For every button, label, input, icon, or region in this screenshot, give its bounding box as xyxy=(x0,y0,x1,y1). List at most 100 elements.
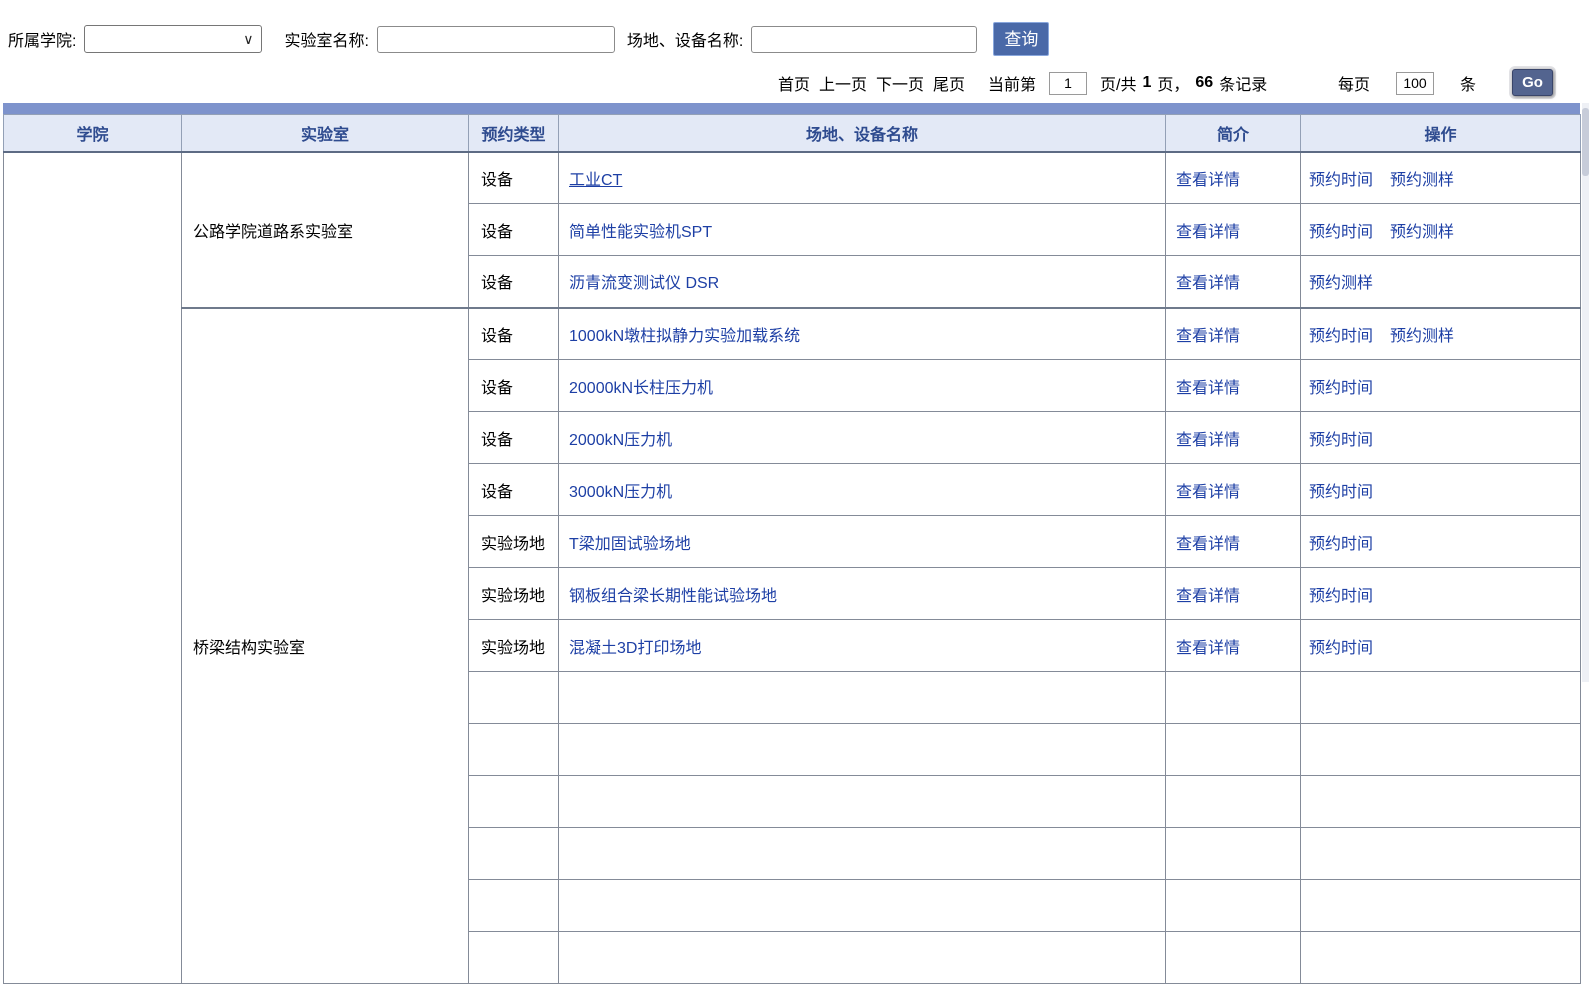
view-detail-link[interactable]: 查看详情 xyxy=(1176,380,1240,397)
detail-cell: 查看详情 xyxy=(1166,308,1301,360)
detail-cell: 查看详情 xyxy=(1166,152,1301,204)
reservation-type-cell: 设备 xyxy=(469,204,559,256)
pagination-nav: 首页 上一页 下一页 尾页 xyxy=(778,68,965,98)
action-link[interactable]: 预约时间 xyxy=(1309,172,1373,189)
pagination-last-link[interactable]: 尾页 xyxy=(933,71,965,95)
equipment-name-cell xyxy=(559,724,1166,776)
detail-cell xyxy=(1166,724,1301,776)
view-detail-link[interactable]: 查看详情 xyxy=(1176,640,1240,657)
action-link[interactable]: 预约时间 xyxy=(1309,484,1373,501)
column-header: 操作 xyxy=(1301,115,1581,152)
detail-cell: 查看详情 xyxy=(1166,516,1301,568)
view-detail-link[interactable]: 查看详情 xyxy=(1176,224,1240,241)
equipment-name-input[interactable] xyxy=(751,26,977,53)
detail-cell: 查看详情 xyxy=(1166,568,1301,620)
total-pages-prefix: 页/共 xyxy=(1100,71,1136,95)
detail-cell: 查看详情 xyxy=(1166,412,1301,464)
equipment-name-cell: 钢板组合梁长期性能试验场地 xyxy=(559,568,1166,620)
actions-cell xyxy=(1301,672,1581,724)
action-link[interactable]: 预约测样 xyxy=(1390,172,1454,189)
actions-cell: 预约时间 xyxy=(1301,568,1581,620)
column-header: 预约类型 xyxy=(469,115,559,152)
per-page-label: 每页 xyxy=(1338,71,1370,95)
college-select[interactable] xyxy=(84,25,262,53)
equipment-link[interactable]: 钢板组合梁长期性能试验场地 xyxy=(569,588,777,605)
equipment-name-cell xyxy=(559,776,1166,828)
reservation-type-cell xyxy=(469,776,559,828)
reservation-type-cell: 设备 xyxy=(469,464,559,516)
results-table: 学院实验室预约类型场地、设备名称简介操作 公路学院道路系实验室设备工业CT查看详… xyxy=(3,114,1581,984)
current-page-input[interactable] xyxy=(1049,72,1087,95)
reservation-type-cell xyxy=(469,880,559,932)
actions-cell: 预约时间预约测样 xyxy=(1301,152,1581,204)
action-link[interactable]: 预约时间 xyxy=(1309,588,1373,605)
pagination-bar: 首页 上一页 下一页 尾页 当前第 页/共 1 页， 66 条记录 每页 条 G… xyxy=(0,68,1589,98)
table-header-row: 学院实验室预约类型场地、设备名称简介操作 xyxy=(4,115,1581,152)
table-row: 公路学院道路系实验室设备工业CT查看详情预约时间预约测样 xyxy=(4,152,1581,204)
equipment-name-cell: 混凝土3D打印场地 xyxy=(559,620,1166,672)
column-header: 简介 xyxy=(1166,115,1301,152)
detail-cell: 查看详情 xyxy=(1166,204,1301,256)
action-link[interactable]: 预约时间 xyxy=(1309,640,1373,657)
equipment-name-cell xyxy=(559,672,1166,724)
action-link[interactable]: 预约时间 xyxy=(1309,380,1373,397)
pagination-prev-link[interactable]: 上一页 xyxy=(819,71,867,95)
equipment-name-cell: 简单性能实验机SPT xyxy=(559,204,1166,256)
view-detail-link[interactable]: 查看详情 xyxy=(1176,432,1240,449)
equipment-name-cell xyxy=(559,932,1166,984)
action-link[interactable]: 预约测样 xyxy=(1390,328,1454,345)
action-link[interactable]: 预约时间 xyxy=(1309,328,1373,345)
action-link[interactable]: 预约测样 xyxy=(1390,224,1454,241)
action-link[interactable]: 预约测样 xyxy=(1309,275,1373,292)
college-cell xyxy=(4,152,182,984)
equipment-name-cell: 1000kN墩柱拟静力实验加载系统 xyxy=(559,308,1166,360)
view-detail-link[interactable]: 查看详情 xyxy=(1176,275,1240,292)
equipment-link[interactable]: T梁加固试验场地 xyxy=(569,536,691,553)
actions-cell xyxy=(1301,776,1581,828)
reservation-type-cell xyxy=(469,672,559,724)
view-detail-link[interactable]: 查看详情 xyxy=(1176,536,1240,553)
equipment-link[interactable]: 混凝土3D打印场地 xyxy=(569,640,701,657)
pagination-first-link[interactable]: 首页 xyxy=(778,71,810,95)
actions-cell xyxy=(1301,724,1581,776)
equipment-name-cell xyxy=(559,828,1166,880)
view-detail-link[interactable]: 查看详情 xyxy=(1176,172,1240,189)
equipment-link[interactable]: 1000kN墩柱拟静力实验加载系统 xyxy=(569,328,800,345)
reservation-type-cell: 实验场地 xyxy=(469,620,559,672)
current-page-prefix: 当前第 xyxy=(988,71,1036,95)
college-label: 所属学院: xyxy=(8,27,76,51)
vertical-scrollbar[interactable] xyxy=(1582,103,1589,682)
action-link[interactable]: 预约时间 xyxy=(1309,224,1373,241)
view-detail-link[interactable]: 查看详情 xyxy=(1176,588,1240,605)
equipment-link[interactable]: 简单性能实验机SPT xyxy=(569,224,712,241)
total-pages-suffix: 页， xyxy=(1157,71,1189,95)
action-link[interactable]: 预约时间 xyxy=(1309,536,1373,553)
equipment-link[interactable]: 2000kN压力机 xyxy=(569,432,672,449)
action-link[interactable]: 预约时间 xyxy=(1309,432,1373,449)
detail-cell: 查看详情 xyxy=(1166,464,1301,516)
college-select-wrap: ∨ xyxy=(84,25,262,53)
actions-cell: 预约时间 xyxy=(1301,412,1581,464)
view-detail-link[interactable]: 查看详情 xyxy=(1176,328,1240,345)
lab-name-input[interactable] xyxy=(377,26,615,53)
scrollbar-thumb[interactable] xyxy=(1582,108,1589,176)
equipment-link[interactable]: 3000kN压力机 xyxy=(569,484,672,501)
actions-cell: 预约时间 xyxy=(1301,464,1581,516)
per-page-input[interactable] xyxy=(1396,72,1434,95)
actions-cell: 预约时间预约测样 xyxy=(1301,308,1581,360)
pagination-current: 当前第 页/共 1 页， 66 条记录 xyxy=(988,68,1267,98)
pagination-next-link[interactable]: 下一页 xyxy=(876,71,924,95)
detail-cell xyxy=(1166,776,1301,828)
equipment-link[interactable]: 20000kN长柱压力机 xyxy=(569,380,713,397)
equipment-link[interactable]: 沥青流变测试仪 DSR xyxy=(569,275,719,292)
search-button[interactable]: 查询 xyxy=(993,22,1049,56)
reservation-type-cell: 设备 xyxy=(469,412,559,464)
go-button[interactable]: Go xyxy=(1512,69,1553,96)
reservation-type-cell: 设备 xyxy=(469,360,559,412)
reservation-type-cell xyxy=(469,724,559,776)
view-detail-link[interactable]: 查看详情 xyxy=(1176,484,1240,501)
detail-cell xyxy=(1166,672,1301,724)
actions-cell: 预约时间 xyxy=(1301,620,1581,672)
equipment-link[interactable]: 工业CT xyxy=(569,172,622,189)
reservation-type-cell: 设备 xyxy=(469,308,559,360)
